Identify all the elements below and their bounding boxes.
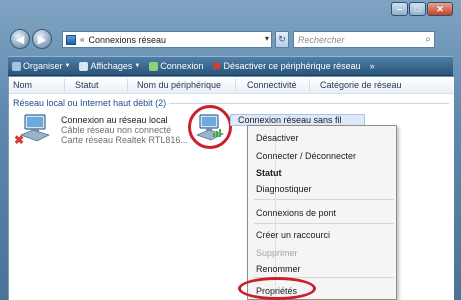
disable-icon: ✖ <box>212 60 222 73</box>
menu-item-status[interactable]: Statut <box>256 168 282 178</box>
item-name: Connexion au réseau local <box>61 115 168 125</box>
more-commands-button[interactable]: » <box>370 61 375 71</box>
network-folder-icon <box>66 34 76 45</box>
back-button[interactable]: ◀ <box>10 29 30 49</box>
views-label: Affichages <box>90 61 133 71</box>
column-header-name[interactable]: Nom <box>13 80 32 90</box>
menu-item-connect-disconnect[interactable]: Connecter / Déconnecter <box>256 151 356 161</box>
minimize-button[interactable]: – <box>391 2 408 16</box>
window-frame: – □ ✕ ◀ ▶ « Connexions réseau ▾ ↻ Recher… <box>0 0 461 300</box>
navigation-bar: ◀ ▶ « Connexions réseau ▾ ↻ Rechercher ⌕ <box>10 28 450 50</box>
disconnected-x-icon: ✖ <box>14 133 25 147</box>
address-path: Connexions réseau <box>88 34 167 45</box>
wireless-adapter-icon <box>195 114 225 141</box>
column-header-connectivity[interactable]: Connectivité <box>247 80 297 90</box>
context-menu: Désactiver Connecter / Déconnecter Statu… <box>247 125 397 300</box>
column-header-device[interactable]: Nom du périphérique <box>137 80 221 90</box>
close-button[interactable]: ✕ <box>427 2 453 16</box>
group-divider <box>169 103 449 104</box>
column-divider[interactable] <box>64 79 65 91</box>
views-button[interactable]: Affichages ▼ <box>79 61 140 71</box>
connect-icon <box>149 61 159 71</box>
column-header-status[interactable]: Statut <box>75 80 99 90</box>
highlight-circle <box>238 277 316 300</box>
forward-button[interactable]: ▶ <box>32 29 52 49</box>
column-divider[interactable] <box>235 79 236 91</box>
refresh-button[interactable]: ↻ <box>275 31 289 48</box>
chevron-down-icon: ▼ <box>64 63 71 69</box>
refresh-icon: ↻ <box>278 34 286 44</box>
menu-item-bridge[interactable]: Connexions de pont <box>256 208 336 218</box>
menu-item-create-shortcut[interactable]: Créer un raccourci <box>256 230 330 240</box>
column-divider[interactable] <box>127 79 128 91</box>
chevron-down-icon: ▼ <box>134 63 141 69</box>
disable-device-button[interactable]: ✖ Désactiver ce périphérique réseau <box>212 60 360 73</box>
more-chevron-icon: » <box>369 61 375 71</box>
address-bar[interactable]: « Connexions réseau ▾ <box>62 31 272 48</box>
item-status: Câble réseau non connecté <box>61 125 172 135</box>
menu-item-delete: Supprimer <box>256 248 298 258</box>
item-name: Connexion réseau sans fil <box>238 115 342 125</box>
views-icon <box>79 61 89 71</box>
search-icon[interactable]: ⌕ <box>425 34 431 45</box>
column-divider[interactable] <box>309 79 310 91</box>
maximize-button[interactable]: □ <box>409 2 426 16</box>
organize-button[interactable]: Organiser ▼ <box>12 61 70 71</box>
organize-label: Organiser <box>23 61 63 71</box>
search-placeholder: Rechercher <box>298 34 345 45</box>
window-controls: – □ ✕ <box>391 2 453 16</box>
menu-separator <box>254 199 394 200</box>
menu-separator <box>254 223 394 224</box>
search-input[interactable]: Rechercher ⌕ <box>293 31 435 48</box>
menu-item-disable[interactable]: Désactiver <box>256 133 299 143</box>
menu-item-rename[interactable]: Renommer <box>256 264 301 274</box>
address-chevron: « <box>80 35 85 44</box>
back-arrow-icon: ◀ <box>15 33 25 46</box>
command-toolbar: Organiser ▼ Affichages ▼ Connexion ✖ Dés… <box>8 56 453 76</box>
item-device: Carte réseau Realtek RTL816... <box>61 135 188 145</box>
column-header-category[interactable]: Catégorie de réseau <box>320 80 402 90</box>
menu-item-diagnose[interactable]: Diagnostiquer <box>256 184 312 194</box>
forward-arrow-icon: ▶ <box>37 33 47 46</box>
chevron-down-icon[interactable]: ▾ <box>265 34 269 43</box>
group-header[interactable]: Réseau local ou Internet haut débit (2) <box>13 98 166 108</box>
highlight-circle <box>188 105 232 149</box>
connect-label: Connexion <box>160 61 204 71</box>
organize-icon <box>12 61 21 71</box>
column-headers: Nom Statut Nom du périphérique Connectiv… <box>9 77 454 94</box>
connect-button[interactable]: Connexion <box>149 61 203 71</box>
disable-label: Désactiver ce périphérique réseau <box>223 61 361 71</box>
